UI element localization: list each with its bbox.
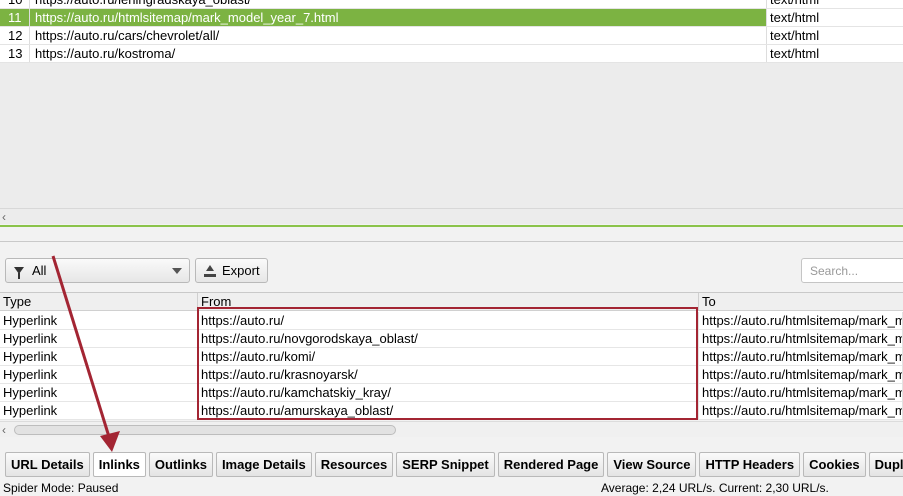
column-header-from[interactable]: From [198, 293, 699, 311]
chevron-left-icon[interactable]: ‹ [2, 423, 6, 437]
table-row[interactable]: Hyperlink https://auto.ru/kamchatskiy_kr… [0, 384, 903, 402]
row-number: 13 [0, 45, 30, 62]
cell-from: https://auto.ru/komi/ [198, 348, 699, 366]
tab-duplicate[interactable]: Dupli [868, 452, 903, 477]
cell-type: Hyperlink [0, 402, 198, 420]
inlinks-table-scrollbar[interactable]: ‹ [0, 421, 903, 437]
row-content-type: text/html [767, 9, 903, 26]
table-header: Type From To [0, 293, 903, 311]
filter-dropdown[interactable]: All [5, 258, 190, 283]
table-row[interactable]: 13 https://auto.ru/kostroma/ text/html [0, 45, 903, 63]
table-row[interactable]: Hyperlink https://auto.ru/komi/ https://… [0, 348, 903, 366]
filter-value: All [32, 263, 47, 278]
column-header-to[interactable]: To [699, 293, 903, 311]
status-bar: Spider Mode: Paused Average: 2,24 URL/s.… [0, 481, 903, 496]
table-row-selected[interactable]: 11 https://auto.ru/htmlsitemap/mark_mode… [0, 9, 903, 27]
row-number: 12 [0, 27, 30, 44]
url-table: 10 https://auto.ru/leningradskaya_oblast… [0, 0, 903, 208]
cell-to: https://auto.ru/htmlsitemap/mark_m [699, 330, 903, 348]
table-row[interactable]: Hyperlink https://auto.ru/ https://auto.… [0, 312, 903, 330]
detail-tabs: URL Details Inlinks Outlinks Image Detai… [0, 452, 903, 480]
split-pane-handle[interactable] [0, 241, 903, 249]
row-address: https://auto.ru/kostroma/ [30, 45, 767, 62]
chevron-down-icon [172, 268, 182, 274]
cell-from: https://auto.ru/kamchatskiy_kray/ [198, 384, 699, 402]
url-table-scrollbar[interactable]: ‹ [0, 208, 903, 224]
cell-type: Hyperlink [0, 384, 198, 402]
tab-cookies[interactable]: Cookies [803, 452, 866, 477]
table-row[interactable]: 12 https://auto.ru/cars/chevrolet/all/ t… [0, 27, 903, 45]
tab-serp-snippet[interactable]: SERP Snippet [396, 452, 495, 477]
cell-to: https://auto.ru/htmlsitemap/mark_m [699, 348, 903, 366]
column-header-type[interactable]: Type [0, 293, 198, 311]
tab-outlinks[interactable]: Outlinks [148, 452, 213, 477]
cell-type: Hyperlink [0, 330, 198, 348]
tab-inlinks[interactable]: Inlinks [92, 452, 146, 477]
cell-to: https://auto.ru/htmlsitemap/mark_m [699, 384, 903, 402]
crawl-rate-status: Average: 2,24 URL/s. Current: 2,30 URL/s… [601, 481, 829, 495]
cell-type: Hyperlink [0, 312, 198, 330]
tab-rendered-page[interactable]: Rendered Page [497, 452, 605, 477]
cell-from: https://auto.ru/ [198, 312, 699, 330]
export-label: Export [222, 263, 260, 278]
row-address: https://auto.ru/htmlsitemap/mark_model_y… [30, 9, 767, 26]
progress-divider [0, 225, 903, 227]
export-icon [204, 264, 216, 277]
table-row[interactable]: Hyperlink https://auto.ru/krasnoyarsk/ h… [0, 366, 903, 384]
spider-mode-status: Spider Mode: Paused [3, 481, 119, 495]
inlinks-table: Type From To Hyperlink https://auto.ru/ … [0, 292, 903, 420]
export-button[interactable]: Export [195, 258, 268, 283]
table-row[interactable]: Hyperlink https://auto.ru/amurskaya_obla… [0, 402, 903, 420]
cell-to: https://auto.ru/htmlsitemap/mark_m [699, 402, 903, 420]
row-number: 11 [0, 9, 30, 26]
cell-from: https://auto.ru/amurskaya_oblast/ [198, 402, 699, 420]
scrollbar-thumb[interactable] [14, 425, 396, 435]
cell-from: https://auto.ru/novgorodskaya_oblast/ [198, 330, 699, 348]
row-address: https://auto.ru/leningradskaya_oblast/ [30, 0, 767, 8]
cell-from: https://auto.ru/krasnoyarsk/ [198, 366, 699, 384]
row-number: 10 [0, 0, 30, 8]
chevron-left-icon[interactable]: ‹ [2, 210, 6, 224]
tab-url-details[interactable]: URL Details [5, 452, 90, 477]
tab-view-source[interactable]: View Source [607, 452, 697, 477]
tab-http-headers[interactable]: HTTP Headers [699, 452, 801, 477]
row-content-type: text/html [767, 27, 903, 44]
search-input[interactable] [801, 258, 903, 283]
row-content-type: text/html [767, 0, 903, 8]
funnel-icon [14, 267, 24, 279]
cell-to: https://auto.ru/htmlsitemap/mark_m [699, 312, 903, 330]
row-address: https://auto.ru/cars/chevrolet/all/ [30, 27, 767, 44]
table-row[interactable]: Hyperlink https://auto.ru/novgorodskaya_… [0, 330, 903, 348]
tab-image-details[interactable]: Image Details [215, 452, 312, 477]
cell-to: https://auto.ru/htmlsitemap/mark_m [699, 366, 903, 384]
tab-resources[interactable]: Resources [314, 452, 394, 477]
cell-type: Hyperlink [0, 366, 198, 384]
table-row[interactable]: 10 https://auto.ru/leningradskaya_oblast… [0, 0, 903, 9]
cell-type: Hyperlink [0, 348, 198, 366]
row-content-type: text/html [767, 45, 903, 62]
